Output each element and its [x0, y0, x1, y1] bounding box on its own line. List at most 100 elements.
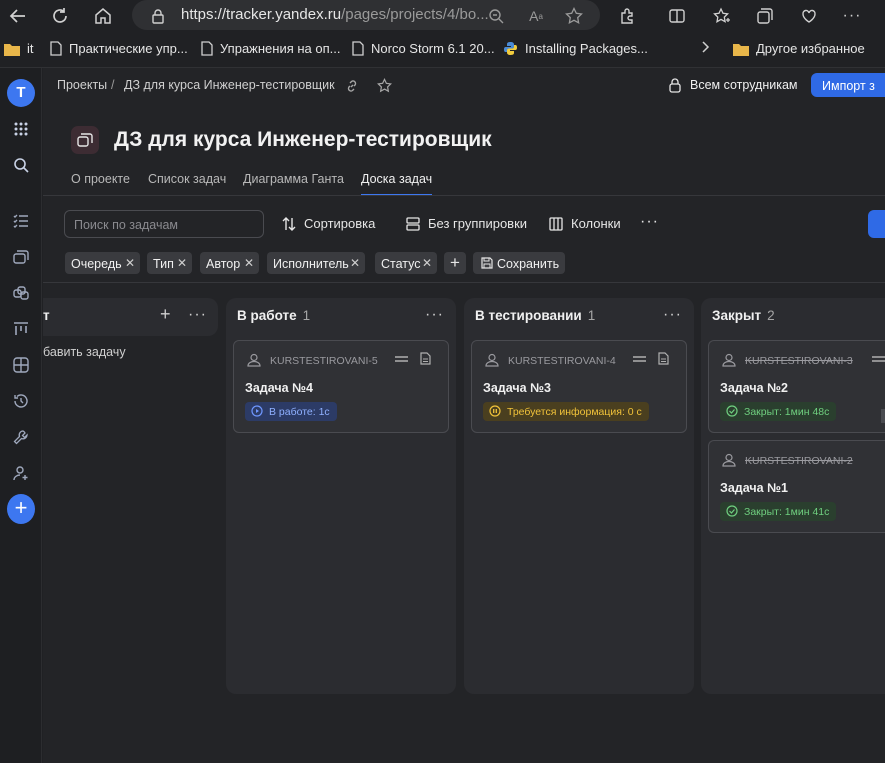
settings-wrench-icon[interactable]: [7, 423, 35, 451]
assignee-icon[interactable]: [485, 353, 499, 367]
add-user-icon[interactable]: [7, 459, 35, 487]
assignee-icon[interactable]: [722, 353, 736, 367]
column-header: Закрыт 2: [712, 308, 775, 323]
search-input[interactable]: Поиск по задачам: [64, 210, 264, 238]
tab-about[interactable]: О проекте: [71, 172, 130, 194]
read-aloud-icon[interactable]: Aa: [524, 4, 548, 28]
more-options-icon[interactable]: ···: [640, 213, 659, 231]
reload-icon[interactable]: [48, 4, 72, 28]
remove-filter-icon[interactable]: ✕: [125, 256, 135, 270]
import-button[interactable]: Импорт з: [811, 73, 885, 97]
status-text: Требуется информация: 0 с: [507, 406, 642, 418]
bookmark-item[interactable]: Упражнения на оп...: [201, 41, 341, 56]
column-more-icon[interactable]: ···: [188, 306, 207, 324]
columns-button[interactable]: Колонки: [549, 216, 621, 231]
task-card[interactable]: KURSTESTIROVANI-5 Задача №4 В работе: 1с: [233, 340, 449, 433]
filter-chip-author[interactable]: Автор ✕: [200, 252, 259, 274]
column-more-icon[interactable]: ···: [425, 306, 444, 324]
column-more-icon[interactable]: ···: [663, 306, 682, 324]
filter-label: Исполнитель: [273, 257, 349, 271]
back-arrow-icon[interactable]: [6, 4, 30, 28]
task-title[interactable]: Задача №4: [245, 381, 313, 395]
tabs-divider: [43, 195, 885, 196]
task-key[interactable]: KURSTESTIROVANI-3: [745, 355, 853, 367]
zoom-icon[interactable]: [484, 4, 508, 28]
filter-chip-status[interactable]: Статус ✕: [375, 252, 437, 274]
home-icon[interactable]: [91, 4, 115, 28]
remove-filter-icon[interactable]: ✕: [422, 256, 432, 270]
browser-essentials-icon[interactable]: [797, 4, 821, 28]
bookmarks-overflow-chevron-icon[interactable]: [701, 41, 711, 53]
task-key[interactable]: KURSTESTIROVANI-4: [508, 355, 616, 367]
boards-icon[interactable]: [7, 315, 35, 343]
sort-label: Сортировка: [304, 216, 376, 231]
create-plus-icon[interactable]: +: [7, 494, 35, 524]
task-list-icon[interactable]: [7, 207, 35, 235]
task-key[interactable]: KURSTESTIROVANI-2: [745, 455, 853, 467]
task-title[interactable]: Задача №1: [720, 481, 788, 495]
favorites-icon[interactable]: [710, 4, 734, 28]
browser-menu-icon[interactable]: ···: [840, 4, 864, 28]
grouping-button[interactable]: Без группировки: [406, 216, 527, 231]
site-lock-icon[interactable]: [146, 4, 170, 28]
status-badge: Требуется информация: 0 с: [483, 402, 649, 421]
priority-icon: [395, 356, 408, 362]
copy-link-icon[interactable]: [345, 79, 359, 98]
tracker-logo-icon[interactable]: T: [7, 79, 35, 107]
save-filters-button[interactable]: Сохранить: [473, 252, 565, 274]
bookmark-label: Norco Storm 6.1 20...: [371, 41, 495, 56]
add-filter-button[interactable]: +: [444, 252, 466, 274]
projects-icon[interactable]: [7, 279, 35, 307]
tab-task-list[interactable]: Список задач: [148, 172, 226, 194]
breadcrumb-projects[interactable]: Проекты: [57, 78, 107, 92]
access-button[interactable]: Всем сотрудникам: [690, 78, 798, 92]
apps-grid-icon[interactable]: [7, 115, 35, 143]
filter-chip-type[interactable]: Тип ✕: [147, 252, 192, 274]
tab-gantt[interactable]: Диаграмма Ганта: [243, 172, 344, 194]
tab-board[interactable]: Доска задач: [361, 172, 433, 196]
task-card[interactable]: KURSTESTIROVANI-3 Задача №2 Закрыт: 1мин…: [708, 340, 885, 433]
add-task-plus-icon[interactable]: +: [160, 304, 171, 325]
history-icon[interactable]: [7, 387, 35, 415]
breadcrumb-current[interactable]: ДЗ для курса Инженер-тестировщик: [124, 78, 335, 92]
remove-filter-icon[interactable]: ✕: [244, 256, 254, 270]
dashboards-icon[interactable]: [7, 351, 35, 379]
search-icon[interactable]: [7, 151, 35, 179]
filter-chip-assignee[interactable]: Исполнитель ✕: [267, 252, 365, 274]
bookmark-item[interactable]: Norco Storm 6.1 20...: [352, 41, 495, 56]
bookmark-item[interactable]: Практические упр...: [50, 41, 188, 56]
column-count: 1: [302, 308, 311, 323]
url-text[interactable]: https://tracker.yandex.ru/pages/projects…: [181, 6, 489, 23]
app-sidebar: T +: [0, 68, 42, 763]
split-screen-icon[interactable]: [665, 4, 689, 28]
bookmark-item[interactable]: Installing Packages...: [503, 41, 648, 56]
collections-icon[interactable]: [753, 4, 777, 28]
add-task-link[interactable]: бавить задачу: [43, 345, 126, 359]
remove-filter-icon[interactable]: ✕: [350, 256, 360, 270]
document-icon: [420, 352, 431, 365]
bookmark-folder-other[interactable]: Другое избранное: [733, 41, 865, 56]
bookmark-folder-it[interactable]: it: [4, 41, 34, 56]
filter-chip-queue[interactable]: Очередь ✕: [65, 252, 140, 274]
bookmark-label: Упражнения на оп...: [220, 41, 341, 56]
create-task-button[interactable]: [868, 210, 885, 238]
task-card[interactable]: KURSTESTIROVANI-2 Задача №1 Закрыт: 1мин…: [708, 440, 885, 533]
favorite-star-icon[interactable]: [376, 77, 393, 98]
remove-filter-icon[interactable]: ✕: [177, 256, 187, 270]
task-key[interactable]: KURSTESTIROVANI-5: [270, 355, 378, 367]
task-title[interactable]: Задача №2: [720, 381, 788, 395]
scrollbar-thumb[interactable]: [881, 409, 885, 423]
sort-button[interactable]: Сортировка: [282, 216, 375, 231]
bookmark-label: Installing Packages...: [525, 41, 648, 56]
filter-label: Тип: [153, 257, 174, 271]
column-title: т: [43, 308, 50, 323]
extensions-icon[interactable]: [616, 4, 640, 28]
queues-icon[interactable]: [7, 243, 35, 271]
task-card[interactable]: KURSTESTIROVANI-4 Задача №3 Требуется ин…: [471, 340, 687, 433]
task-title[interactable]: Задача №3: [483, 381, 551, 395]
favorite-star-icon[interactable]: [562, 4, 586, 28]
assignee-icon[interactable]: [722, 453, 736, 467]
assignee-icon[interactable]: [247, 353, 261, 367]
page-icon: [50, 41, 62, 56]
bookmark-label: Практические упр...: [69, 41, 188, 56]
